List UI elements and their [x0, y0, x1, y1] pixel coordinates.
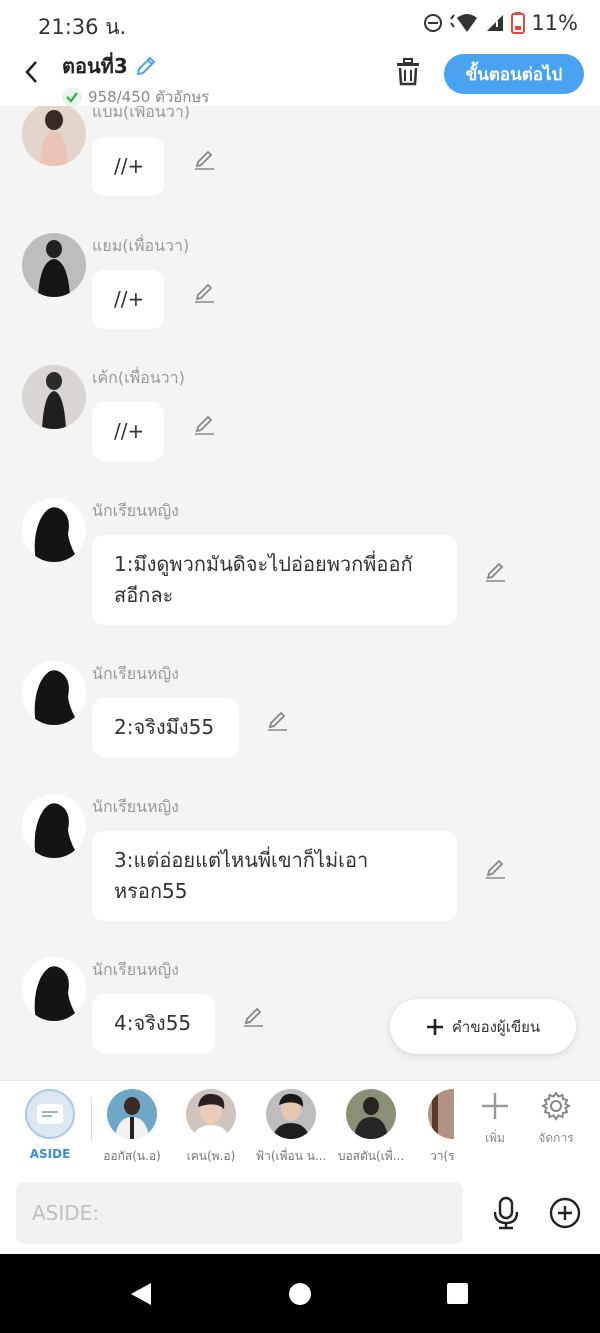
- do-not-disturb-icon: [423, 13, 443, 33]
- edit-message-pencil-icon[interactable]: [265, 709, 289, 733]
- chat-message: นักเรียนหญิง 2:จริงมึง55: [0, 658, 600, 768]
- message-bubble[interactable]: //+: [92, 137, 164, 196]
- system-nav-bar: [0, 1254, 600, 1333]
- avatar: [428, 1089, 454, 1139]
- title-area: ตอนที่3 958/450 ตัวอักษร: [62, 50, 209, 109]
- manage-button[interactable]: จัดการ: [526, 1091, 586, 1148]
- add-character-button[interactable]: เพิ่ม: [465, 1091, 525, 1148]
- chat-message: นักเรียนหญิง 1:มึงดูพวกมันดิจะไปอ่อยพวกพ…: [0, 495, 600, 630]
- edit-message-pencil-icon[interactable]: [192, 148, 216, 172]
- sender-name: นักเรียนหญิง: [92, 797, 179, 816]
- message-bubble[interactable]: 4:จริง55: [92, 994, 215, 1053]
- character-item[interactable]: บอสตัน(เพื่...: [331, 1089, 411, 1166]
- check-icon: [62, 87, 82, 107]
- message-bubble[interactable]: //+: [92, 402, 164, 461]
- message-bubble[interactable]: 1:มึงดูพวกมันดิจะไปอ่อยพวกพี่ออกัสอีกละ: [92, 535, 457, 625]
- microphone-icon: [493, 1196, 519, 1230]
- message-bubble[interactable]: 2:จริงมึง55: [92, 698, 239, 757]
- sender-name: แบม(เพื่อนวา): [92, 106, 191, 121]
- edit-message-pencil-icon[interactable]: [241, 1005, 265, 1029]
- gear-icon: [541, 1091, 571, 1121]
- status-icons: 11%: [423, 11, 578, 35]
- avatar[interactable]: [22, 794, 86, 858]
- plus-icon: [426, 1018, 443, 1035]
- plus-icon: [482, 1093, 508, 1119]
- character-item[interactable]: ออกัส(น.อ): [92, 1089, 172, 1166]
- wifi-icon: [449, 13, 479, 33]
- signal-icon: [485, 13, 505, 33]
- attach-button[interactable]: [548, 1196, 582, 1230]
- battery-icon: [511, 12, 526, 34]
- battery-percent: 11%: [531, 11, 578, 35]
- next-step-button[interactable]: ขั้นตอนต่อไป: [444, 54, 584, 94]
- chat-area: แบม(เพื่อนวา) //+ แยม(เพื่อนวา) //+ เค้ก…: [0, 106, 600, 1080]
- sender-name: เค้ก(เพื่อนวา): [92, 368, 185, 387]
- add-label: เพิ่ม: [485, 1131, 505, 1145]
- chat-message: แบม(เพื่อนวา) //+: [0, 106, 600, 206]
- back-button[interactable]: [16, 56, 48, 88]
- sender-name: นักเรียนหญิง: [92, 664, 179, 683]
- delete-button[interactable]: [392, 56, 424, 88]
- sender-name: นักเรียนหญิง: [92, 501, 179, 520]
- avatar: [107, 1089, 157, 1139]
- character-label: ASIDE: [29, 1147, 71, 1161]
- message-input[interactable]: [16, 1182, 463, 1244]
- edit-message-pencil-icon[interactable]: [483, 560, 507, 584]
- chat-message: แยม(เพื่อนวา) //+: [0, 230, 600, 340]
- avatar: [266, 1089, 316, 1139]
- page-title: ตอนที่3: [62, 54, 128, 78]
- character-item[interactable]: วา(ร: [414, 1089, 454, 1166]
- header: ตอนที่3 958/450 ตัวอักษร ขั้นตอนต่อไป: [0, 46, 600, 109]
- character-label: บอสตัน(เพื่...: [337, 1149, 405, 1163]
- avatar[interactable]: [22, 498, 86, 562]
- character-label: เคน(พ.อ): [186, 1149, 236, 1163]
- avatar[interactable]: [22, 661, 86, 725]
- trash-icon: [397, 58, 419, 86]
- edit-title-pencil-icon[interactable]: [134, 54, 158, 78]
- character-label: วา(ร: [430, 1149, 454, 1163]
- plus-circle-icon: [549, 1197, 581, 1229]
- caption-icon: [37, 1104, 63, 1124]
- microphone-button[interactable]: [490, 1196, 522, 1230]
- avatar[interactable]: [22, 106, 86, 166]
- edit-message-pencil-icon[interactable]: [483, 857, 507, 881]
- status-time: 21:36 น.: [38, 15, 127, 39]
- character-label: ฟ้า(เพื่อน น...: [255, 1149, 327, 1163]
- sender-name: แยม(เพื่อนวา): [92, 236, 190, 255]
- message-bubble[interactable]: //+: [92, 270, 164, 329]
- character-label: ออกัส(น.อ): [103, 1149, 161, 1163]
- character-bar: ASIDE ออกัส(น.อ) เคน(พ.อ) ฟ้า(เพื่อน น..…: [0, 1080, 600, 1172]
- character-item[interactable]: เคน(พ.อ): [171, 1089, 251, 1166]
- author-note-button[interactable]: คำของผู้เขียน: [390, 999, 576, 1054]
- nav-back-icon[interactable]: [130, 1282, 152, 1306]
- chat-message: เค้ก(เพื่อนวา) //+: [0, 362, 600, 472]
- avatar: [346, 1089, 396, 1139]
- avatar[interactable]: [22, 365, 86, 429]
- chat-message: นักเรียนหญิง 3:แต่อ่อยแต่ไหนพี่เขาก็ไม่เ…: [0, 791, 600, 926]
- nav-recents-icon[interactable]: [447, 1283, 468, 1304]
- message-bubble[interactable]: 3:แต่อ่อยแต่ไหนพี่เขาก็ไม่เอาหรอก55: [92, 831, 457, 921]
- manage-label: จัดการ: [538, 1131, 574, 1145]
- sender-name: นักเรียนหญิง: [92, 960, 179, 979]
- character-aside[interactable]: ASIDE: [10, 1089, 90, 1161]
- aside-avatar: [25, 1089, 75, 1139]
- chevron-left-icon: [25, 61, 37, 83]
- character-item[interactable]: ฟ้า(เพื่อน น...: [251, 1089, 331, 1166]
- edit-message-pencil-icon[interactable]: [192, 413, 216, 437]
- edit-message-pencil-icon[interactable]: [192, 281, 216, 305]
- avatar[interactable]: [22, 957, 86, 1021]
- avatar: [186, 1089, 236, 1139]
- author-note-label: คำของผู้เขียน: [451, 1017, 541, 1036]
- input-bar: [0, 1172, 600, 1254]
- avatar[interactable]: [22, 233, 86, 297]
- nav-home-icon[interactable]: [289, 1283, 311, 1305]
- status-bar: 21:36 น. 11%: [0, 0, 600, 46]
